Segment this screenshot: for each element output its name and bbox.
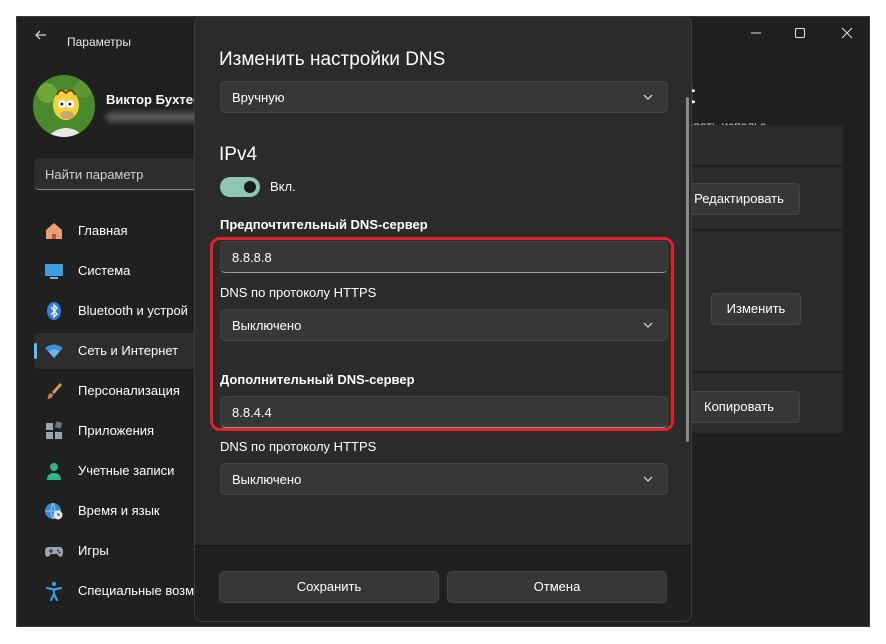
search-placeholder: Найти параметр: [45, 167, 144, 182]
minimize-button[interactable]: [741, 23, 771, 45]
ipv4-heading: IPv4: [219, 144, 258, 165]
accessibility-icon: [45, 581, 63, 601]
apps-icon: [46, 421, 63, 439]
active-indicator: [34, 343, 37, 359]
sidebar-item-system[interactable]: Система: [34, 253, 219, 289]
highlight-frame: [210, 237, 674, 431]
arrow-left-icon: [35, 30, 46, 40]
app-title: Параметры: [67, 35, 131, 49]
sidebar-item-label: Bluetooth и устрой: [78, 303, 188, 318]
sidebar-item-label: Сеть и Интернет: [78, 343, 179, 358]
sidebar-item-label: Игры: [78, 543, 109, 558]
minimize-icon: [751, 32, 761, 34]
settings-card: [677, 125, 843, 165]
copy-button[interactable]: Копировать: [678, 391, 800, 423]
globe-clock-icon: [45, 502, 63, 520]
sidebar-item-label: Время и язык: [78, 503, 160, 518]
toggle-label: Вкл.: [270, 179, 296, 194]
maximize-icon: [795, 28, 805, 38]
dialog-title: Изменить настройки DNS: [219, 49, 446, 70]
save-button[interactable]: Сохранить: [219, 571, 439, 603]
search-field[interactable]: Найти параметр: [34, 158, 219, 190]
sidebar-item-accessibility[interactable]: Специальные возм: [34, 573, 219, 609]
sidebar-item-apps[interactable]: Приложения: [34, 413, 219, 449]
sidebar-item-gaming[interactable]: Игры: [34, 533, 219, 569]
sidebar-item-label: Учетные записи: [78, 463, 175, 478]
brush-icon: [47, 383, 62, 399]
sidebar-item-time-language[interactable]: Время и язык: [34, 493, 219, 529]
sidebar-item-accounts[interactable]: Учетные записи: [34, 453, 219, 489]
dns-mode-select[interactable]: Вручную: [220, 81, 668, 113]
dns-mode-value: Вручную: [232, 90, 285, 105]
sidebar-item-label: Приложения: [78, 423, 155, 438]
https-select-2[interactable]: Выключено: [220, 463, 668, 495]
gamepad-icon: [45, 547, 63, 557]
sidebar-item-bluetooth[interactable]: Bluetooth и устрой: [34, 293, 219, 329]
preferred-dns-label: Предпочтительный DNS-сервер: [220, 217, 428, 232]
sidebar-item-network[interactable]: Сеть и Интернет: [34, 333, 219, 369]
sidebar-item-label: Система: [78, 263, 131, 278]
display-icon: [45, 264, 63, 279]
cancel-button[interactable]: Отмена: [447, 571, 667, 603]
wifi-icon: [45, 344, 63, 358]
sidebar-nav: Главная Система Bluetooth и устрой Сеть …: [34, 213, 219, 613]
sidebar-item-label: Персонализация: [78, 383, 180, 398]
chevron-down-icon: [643, 94, 653, 100]
edit-button[interactable]: Редактировать: [678, 183, 800, 215]
sidebar-item-personalization[interactable]: Персонализация: [34, 373, 219, 409]
maximize-button[interactable]: [785, 23, 815, 45]
chevron-down-icon: [643, 476, 653, 482]
change-button[interactable]: Изменить: [711, 293, 801, 325]
https-label-2: DNS по протоколу HTTPS: [220, 439, 377, 454]
ipv4-toggle[interactable]: [220, 177, 260, 197]
https-value-2: Выключено: [232, 472, 302, 487]
bluetooth-icon: [47, 302, 61, 320]
close-icon: [841, 27, 853, 39]
sidebar-item-label: Главная: [78, 223, 128, 238]
toggle-knob: [244, 181, 256, 193]
dialog-scrollbar[interactable]: [686, 97, 689, 442]
sidebar-item-label: Специальные возм: [78, 583, 195, 598]
close-button[interactable]: [832, 23, 862, 45]
dialog-footer: Сохранить Отмена: [195, 545, 691, 621]
home-icon: [46, 223, 62, 239]
back-button[interactable]: [31, 25, 51, 45]
user-icon: [47, 463, 61, 480]
avatar: [33, 75, 95, 137]
sidebar-item-home[interactable]: Главная: [34, 213, 219, 249]
